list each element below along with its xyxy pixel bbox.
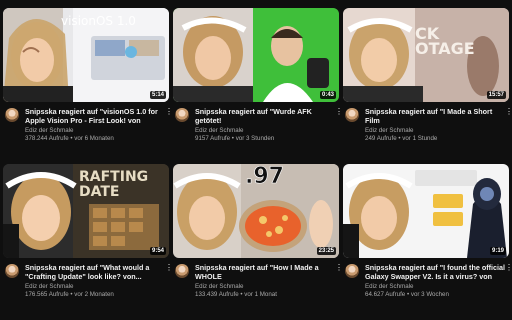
video-card[interactable]: 0:43 Snipsska reagiert auf "Wurde AFK ge…: [173, 8, 343, 150]
video-duration: 9:54: [149, 247, 166, 255]
video-card[interactable]: 9:19 Snipsska reagiert auf "I found the …: [343, 164, 512, 306]
video-meta: Snipsska reagiert auf "I found the offic…: [343, 258, 512, 306]
video-stats: 176.565 Aufrufe • vor 2 Monaten: [25, 291, 114, 298]
more-options-icon[interactable]: ⋮: [335, 108, 343, 116]
channel-avatar[interactable]: [175, 264, 189, 278]
video-duration: 15:57: [486, 91, 506, 99]
more-options-icon[interactable]: ⋮: [335, 264, 343, 272]
video-title[interactable]: Snipsska reagiert auf "I Made a Short Fi…: [365, 107, 507, 125]
channel-name[interactable]: Ediz der Schmale: [25, 127, 74, 135]
thumbnail-art: [343, 164, 509, 258]
video-meta: Snipsska reagiert auf "How I Made a WHOL…: [173, 258, 343, 306]
more-options-icon[interactable]: ⋮: [165, 108, 173, 116]
video-title[interactable]: Snipsska reagiert auf "visionOS 1.0 for …: [25, 107, 167, 125]
video-stats: 378.244 Aufrufe • vor 6 Monaten: [25, 135, 114, 142]
channel-avatar[interactable]: [345, 108, 359, 122]
channel-name[interactable]: Ediz der Schmale: [195, 127, 244, 135]
video-stats: 133.439 Aufrufe • vor 1 Monat: [195, 291, 277, 298]
video-meta: Snipsska reagiert auf "I Made a Short Fi…: [343, 102, 512, 150]
more-options-icon[interactable]: ⋮: [165, 264, 173, 272]
video-duration: 5:14: [149, 91, 166, 99]
channel-avatar[interactable]: [5, 264, 19, 278]
channel-avatar[interactable]: [175, 108, 189, 122]
channel-avatar[interactable]: [5, 108, 19, 122]
video-thumbnail[interactable]: RAFTING DATE 9:54: [3, 164, 169, 258]
video-thumbnail[interactable]: visionOS 1.0 5:14: [3, 8, 169, 102]
video-meta: Snipsska reagiert auf "visionOS 1.0 for …: [3, 102, 173, 150]
thumbnail-overlay-text: RAFTING DATE: [79, 169, 149, 200]
channel-name[interactable]: Ediz der Schmale: [365, 283, 414, 291]
video-title[interactable]: Snipsska reagiert auf "How I Made a WHOL…: [195, 263, 337, 281]
video-card[interactable]: .97 23:25 Snipsska reagiert auf "How I M…: [173, 164, 343, 306]
video-thumbnail[interactable]: CK OTAGE 15:57: [343, 8, 509, 102]
thumbnail-art: [173, 8, 339, 102]
video-card[interactable]: CK OTAGE 15:57 Snipsska reagiert auf "I …: [343, 8, 512, 150]
video-thumbnail[interactable]: 9:19: [343, 164, 509, 258]
video-card[interactable]: RAFTING DATE 9:54 Snipsska reagiert auf …: [3, 164, 173, 306]
video-duration: 23:25: [316, 247, 336, 255]
channel-name[interactable]: Ediz der Schmale: [195, 283, 244, 291]
more-options-icon[interactable]: ⋮: [505, 264, 512, 272]
video-duration: 0:43: [319, 91, 336, 99]
video-title[interactable]: Snipsska reagiert auf "What would a "Cra…: [25, 263, 167, 281]
channel-avatar[interactable]: [345, 264, 359, 278]
video-stats: 9157 Aufrufe • vor 3 Stunden: [195, 135, 275, 142]
video-meta: Snipsska reagiert auf "Wurde AFK getötet…: [173, 102, 343, 150]
video-stats: 249 Aufrufe • vor 1 Stunde: [365, 135, 438, 142]
more-options-icon[interactable]: ⋮: [505, 108, 512, 116]
video-duration: 9:19: [489, 247, 506, 255]
video-grid: visionOS 1.0 5:14 Snipsska reagiert auf …: [0, 0, 512, 320]
thumbnail-overlay-text: visionOS 1.0: [61, 14, 136, 28]
video-stats: 64.627 Aufrufe • vor 3 Wochen: [365, 291, 449, 298]
video-meta: Snipsska reagiert auf "What would a "Cra…: [3, 258, 173, 306]
video-title[interactable]: Snipsska reagiert auf "Wurde AFK getötet…: [195, 107, 337, 125]
channel-name[interactable]: Ediz der Schmale: [25, 283, 74, 291]
thumbnail-overlay-text: CK OTAGE: [415, 24, 475, 58]
video-thumbnail[interactable]: .97 23:25: [173, 164, 339, 258]
video-card[interactable]: visionOS 1.0 5:14 Snipsska reagiert auf …: [3, 8, 173, 150]
video-title[interactable]: Snipsska reagiert auf "I found the offic…: [365, 263, 507, 281]
video-thumbnail[interactable]: 0:43: [173, 8, 339, 102]
channel-name[interactable]: Ediz der Schmale: [365, 127, 414, 135]
thumbnail-overlay-text: .97: [245, 164, 285, 189]
